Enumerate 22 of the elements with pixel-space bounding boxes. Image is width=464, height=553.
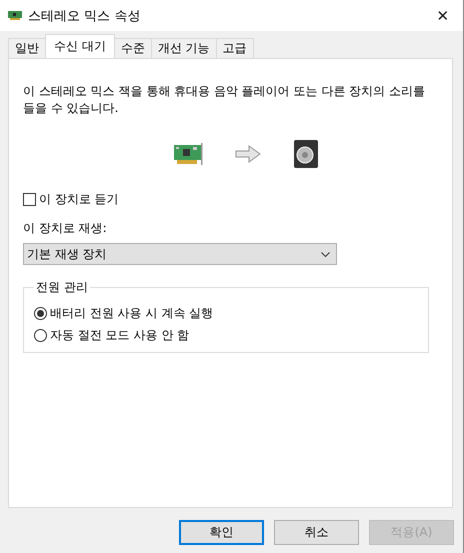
close-button[interactable]: ✕: [423, 0, 463, 31]
tab[interactable]: 수신 대기: [45, 34, 115, 58]
window-title: 스테레오 믹스 속성: [28, 8, 140, 24]
radio-label: 배터리 전원 사용 시 계속 실행: [50, 304, 214, 322]
radio-button[interactable]: [34, 306, 47, 320]
radio-button[interactable]: [34, 328, 47, 342]
arrow-icon: [234, 145, 260, 163]
field-label: 이 장치로 재생:: [23, 220, 108, 237]
description-text: 이 스테레오 믹스 잭을 통해 휴대용 음악 플레이어 또는 다른 장치의 소리를 들을 수 있습니다.: [23, 83, 426, 117]
checkbox[interactable]: [23, 193, 36, 206]
dialog-button[interactable]: 확인: [179, 520, 264, 545]
tab[interactable]: 일반: [8, 38, 46, 58]
dialog-button[interactable]: 취소: [274, 520, 359, 545]
sound-card-icon: [172, 143, 202, 165]
playback-dropdown[interactable]: 기본 재생 장치: [23, 243, 337, 265]
chevron-icon: [321, 252, 330, 256]
checkbox-label: 이 장치로 듣기: [39, 191, 119, 208]
radio-label: 자동 절전 모드 사용 안 함: [50, 326, 190, 344]
sound-card-icon: [8, 11, 22, 20]
tab[interactable]: 고급: [216, 38, 254, 58]
speaker-icon: [292, 139, 318, 169]
group-title: 전원 관리: [35, 279, 89, 296]
